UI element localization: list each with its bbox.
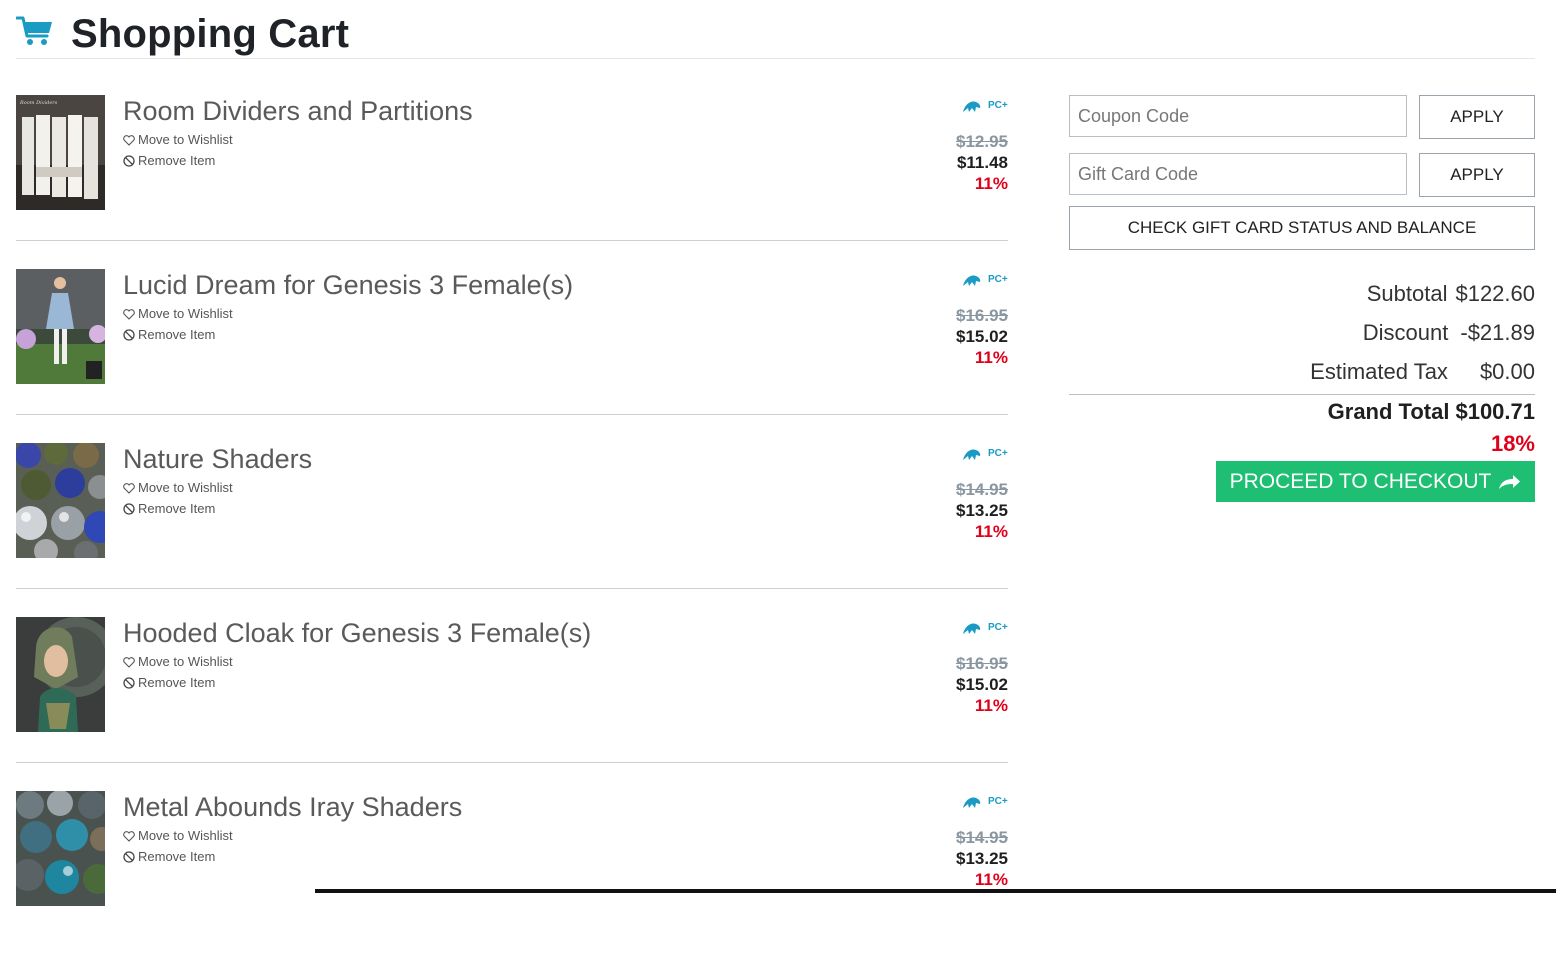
item-divider (16, 762, 1008, 763)
pc-plus-badge: PC+ (988, 796, 1008, 807)
product-badges: PC+ (962, 273, 1008, 287)
discount-percent: 11% (974, 522, 1008, 541)
remove-item-link[interactable]: Remove Item (123, 327, 215, 343)
discount-percent: 11% (974, 870, 1008, 889)
subtotal-label: Subtotal (1366, 281, 1448, 306)
product-badges: PC+ (962, 795, 1008, 809)
shopping-cart-icon (16, 16, 52, 45)
prohibited-icon (123, 155, 135, 167)
tax-value: $0.00 (1479, 359, 1535, 384)
remove-item-link[interactable]: Remove Item (123, 501, 215, 517)
apply-gift-card-button[interactable]: APPLY (1419, 153, 1535, 197)
page-header: Shopping Cart (16, 0, 1535, 59)
sale-price: $15.02 (956, 327, 1008, 346)
discount-percent: 11% (974, 348, 1008, 367)
heart-icon (123, 657, 135, 668)
product-name[interactable]: Hooded Cloak for Genesis 3 Female(s) (123, 617, 591, 649)
heart-icon (123, 135, 135, 146)
discount-row: Discount -$21.89 (1363, 319, 1535, 347)
bottom-edge-bar (315, 889, 1556, 893)
daz-dragon-icon (963, 101, 981, 112)
original-price: $14.95 (956, 480, 1008, 499)
daz-dragon-icon (963, 449, 981, 460)
daz-dragon-icon (963, 797, 981, 808)
check-gift-card-button[interactable]: CHECK GIFT CARD STATUS AND BALANCE (1069, 206, 1535, 250)
product-thumbnail[interactable] (16, 443, 105, 558)
product-thumbnail[interactable] (16, 791, 105, 906)
remove-item-link[interactable]: Remove Item (123, 849, 215, 865)
grand-total-label: Grand Total (1327, 399, 1450, 424)
move-to-wishlist-link[interactable]: Move to Wishlist (123, 306, 233, 322)
discount-percent: 11% (974, 174, 1008, 193)
original-price: $12.95 (956, 132, 1008, 151)
discount-value: -$21.89 (1460, 320, 1535, 345)
daz-dragon-icon (963, 623, 981, 634)
original-price: $14.95 (956, 828, 1008, 847)
product-name[interactable]: Room Dividers and Partitions (123, 95, 473, 127)
product-thumbnail[interactable] (16, 269, 105, 384)
apply-coupon-button[interactable]: APPLY (1419, 95, 1535, 139)
product-badges: PC+ (962, 621, 1008, 635)
heart-icon (123, 309, 135, 320)
prohibited-icon (123, 677, 135, 689)
prohibited-icon (123, 329, 135, 341)
item-divider (16, 414, 1008, 415)
proceed-to-checkout-button[interactable]: PROCEED TO CHECKOUT (1216, 461, 1535, 502)
remove-item-link[interactable]: Remove Item (123, 675, 215, 691)
product-badges: PC+ (962, 99, 1008, 113)
cart-items-list: Room Dividers Room Dividers and Partitio… (16, 95, 1008, 965)
tax-row: Estimated Tax $0.00 (1310, 358, 1535, 386)
move-to-wishlist-link[interactable]: Move to Wishlist (123, 654, 233, 670)
cart-item: Lucid Dream for Genesis 3 Female(s) Move… (16, 269, 1008, 443)
daz-dragon-icon (963, 275, 981, 286)
cart-item: Nature Shaders Move to Wishlist Remove I… (16, 443, 1008, 617)
product-name[interactable]: Nature Shaders (123, 443, 312, 475)
heart-icon (123, 483, 135, 494)
cart-item: Room Dividers Room Dividers and Partitio… (16, 95, 1008, 269)
item-divider (16, 240, 1008, 241)
original-price: $16.95 (956, 654, 1008, 673)
gift-card-code-input[interactable] (1069, 153, 1407, 195)
item-divider (16, 588, 1008, 589)
pc-plus-badge: PC+ (988, 274, 1008, 285)
svg-text:Room Dividers: Room Dividers (19, 100, 58, 106)
original-price: $16.95 (956, 306, 1008, 325)
subtotal-row: Subtotal $122.60 (1367, 280, 1535, 308)
prohibited-icon (123, 503, 135, 515)
move-to-wishlist-link[interactable]: Move to Wishlist (123, 828, 233, 844)
prohibited-icon (123, 851, 135, 863)
tax-label: Estimated Tax (1310, 359, 1448, 384)
grand-total-discount: 18% (1490, 431, 1535, 456)
sale-price: $15.02 (956, 675, 1008, 694)
pc-plus-badge: PC+ (988, 100, 1008, 111)
product-name[interactable]: Lucid Dream for Genesis 3 Female(s) (123, 269, 573, 301)
cart-item: Metal Abounds Iray Shaders Move to Wishl… (16, 791, 1008, 965)
product-badges: PC+ (962, 447, 1008, 461)
heart-icon (123, 831, 135, 842)
subtotal-value: $122.60 (1455, 281, 1535, 306)
product-name[interactable]: Metal Abounds Iray Shaders (123, 791, 462, 823)
cart-item: Hooded Cloak for Genesis 3 Female(s) Mov… (16, 617, 1008, 791)
sale-price: $11.48 (956, 153, 1008, 172)
discount-percent: 11% (974, 696, 1008, 715)
share-arrow-icon (1499, 474, 1521, 489)
pc-plus-badge: PC+ (988, 448, 1008, 459)
product-thumbnail[interactable] (16, 617, 105, 732)
pc-plus-badge: PC+ (988, 622, 1008, 633)
totals-divider (1069, 394, 1535, 395)
sale-price: $13.25 (956, 849, 1008, 868)
grand-total-value: $100.71 (1455, 399, 1535, 424)
remove-item-link[interactable]: Remove Item (123, 153, 215, 169)
move-to-wishlist-link[interactable]: Move to Wishlist (123, 132, 233, 148)
grand-total-row: Grand Total $100.71 (1328, 398, 1535, 426)
sale-price: $13.25 (956, 501, 1008, 520)
discount-label: Discount (1362, 320, 1449, 345)
product-thumbnail[interactable]: Room Dividers (16, 95, 105, 210)
page-title: Shopping Cart (71, 12, 350, 56)
coupon-code-input[interactable] (1069, 95, 1407, 137)
move-to-wishlist-link[interactable]: Move to Wishlist (123, 480, 233, 496)
